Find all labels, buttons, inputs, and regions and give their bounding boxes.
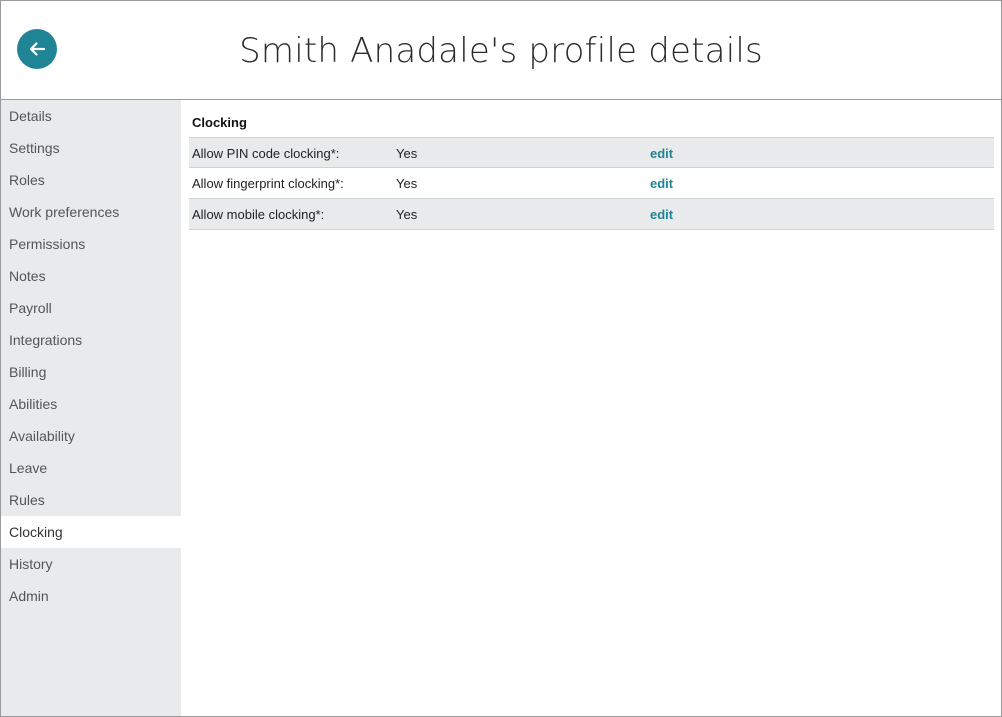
setting-value: Yes — [396, 176, 418, 191]
sidebar-item-history[interactable]: History — [1, 548, 181, 580]
settings-row-fingerprint-clocking: Allow fingerprint clocking*: Yes edit — [189, 168, 994, 199]
edit-link[interactable]: edit — [650, 176, 673, 191]
sidebar-item-roles[interactable]: Roles — [1, 164, 181, 196]
setting-value: Yes — [396, 207, 418, 222]
edit-link[interactable]: edit — [650, 146, 673, 161]
page-title: Smith Anadale's profile details — [239, 31, 763, 71]
sidebar-item-abilities[interactable]: Abilities — [1, 388, 181, 420]
setting-label: Allow fingerprint clocking*: — [192, 176, 344, 191]
sidebar-item-details[interactable]: Details — [1, 100, 181, 132]
settings-row-mobile-clocking: Allow mobile clocking*: Yes edit — [189, 199, 994, 230]
setting-label: Allow mobile clocking*: — [192, 207, 325, 222]
sidebar-item-permissions[interactable]: Permissions — [1, 228, 181, 260]
sidebar-item-payroll[interactable]: Payroll — [1, 292, 181, 324]
settings-row-pin-clocking: Allow PIN code clocking*: Yes edit — [189, 137, 994, 168]
sidebar-item-leave[interactable]: Leave — [1, 452, 181, 484]
sidebar-item-admin[interactable]: Admin — [1, 580, 181, 612]
sidebar-item-clocking[interactable]: Clocking — [1, 516, 181, 548]
page-header: Smith Anadale's profile details — [1, 1, 1001, 100]
sidebar-item-availability[interactable]: Availability — [1, 420, 181, 452]
sidebar-nav: Details Settings Roles Work preferences … — [1, 100, 181, 716]
sidebar-item-rules[interactable]: Rules — [1, 484, 181, 516]
edit-link[interactable]: edit — [650, 207, 673, 222]
sidebar-item-notes[interactable]: Notes — [1, 260, 181, 292]
sidebar-item-work-preferences[interactable]: Work preferences — [1, 196, 181, 228]
main-content: Clocking Allow PIN code clocking*: Yes e… — [189, 100, 994, 230]
setting-label: Allow PIN code clocking*: — [192, 146, 340, 161]
sidebar-item-integrations[interactable]: Integrations — [1, 324, 181, 356]
sidebar-item-settings[interactable]: Settings — [1, 132, 181, 164]
section-title: Clocking — [192, 115, 247, 130]
app-window: Smith Anadale's profile details Details … — [0, 0, 1002, 717]
setting-value: Yes — [396, 146, 418, 161]
sidebar-item-billing[interactable]: Billing — [1, 356, 181, 388]
